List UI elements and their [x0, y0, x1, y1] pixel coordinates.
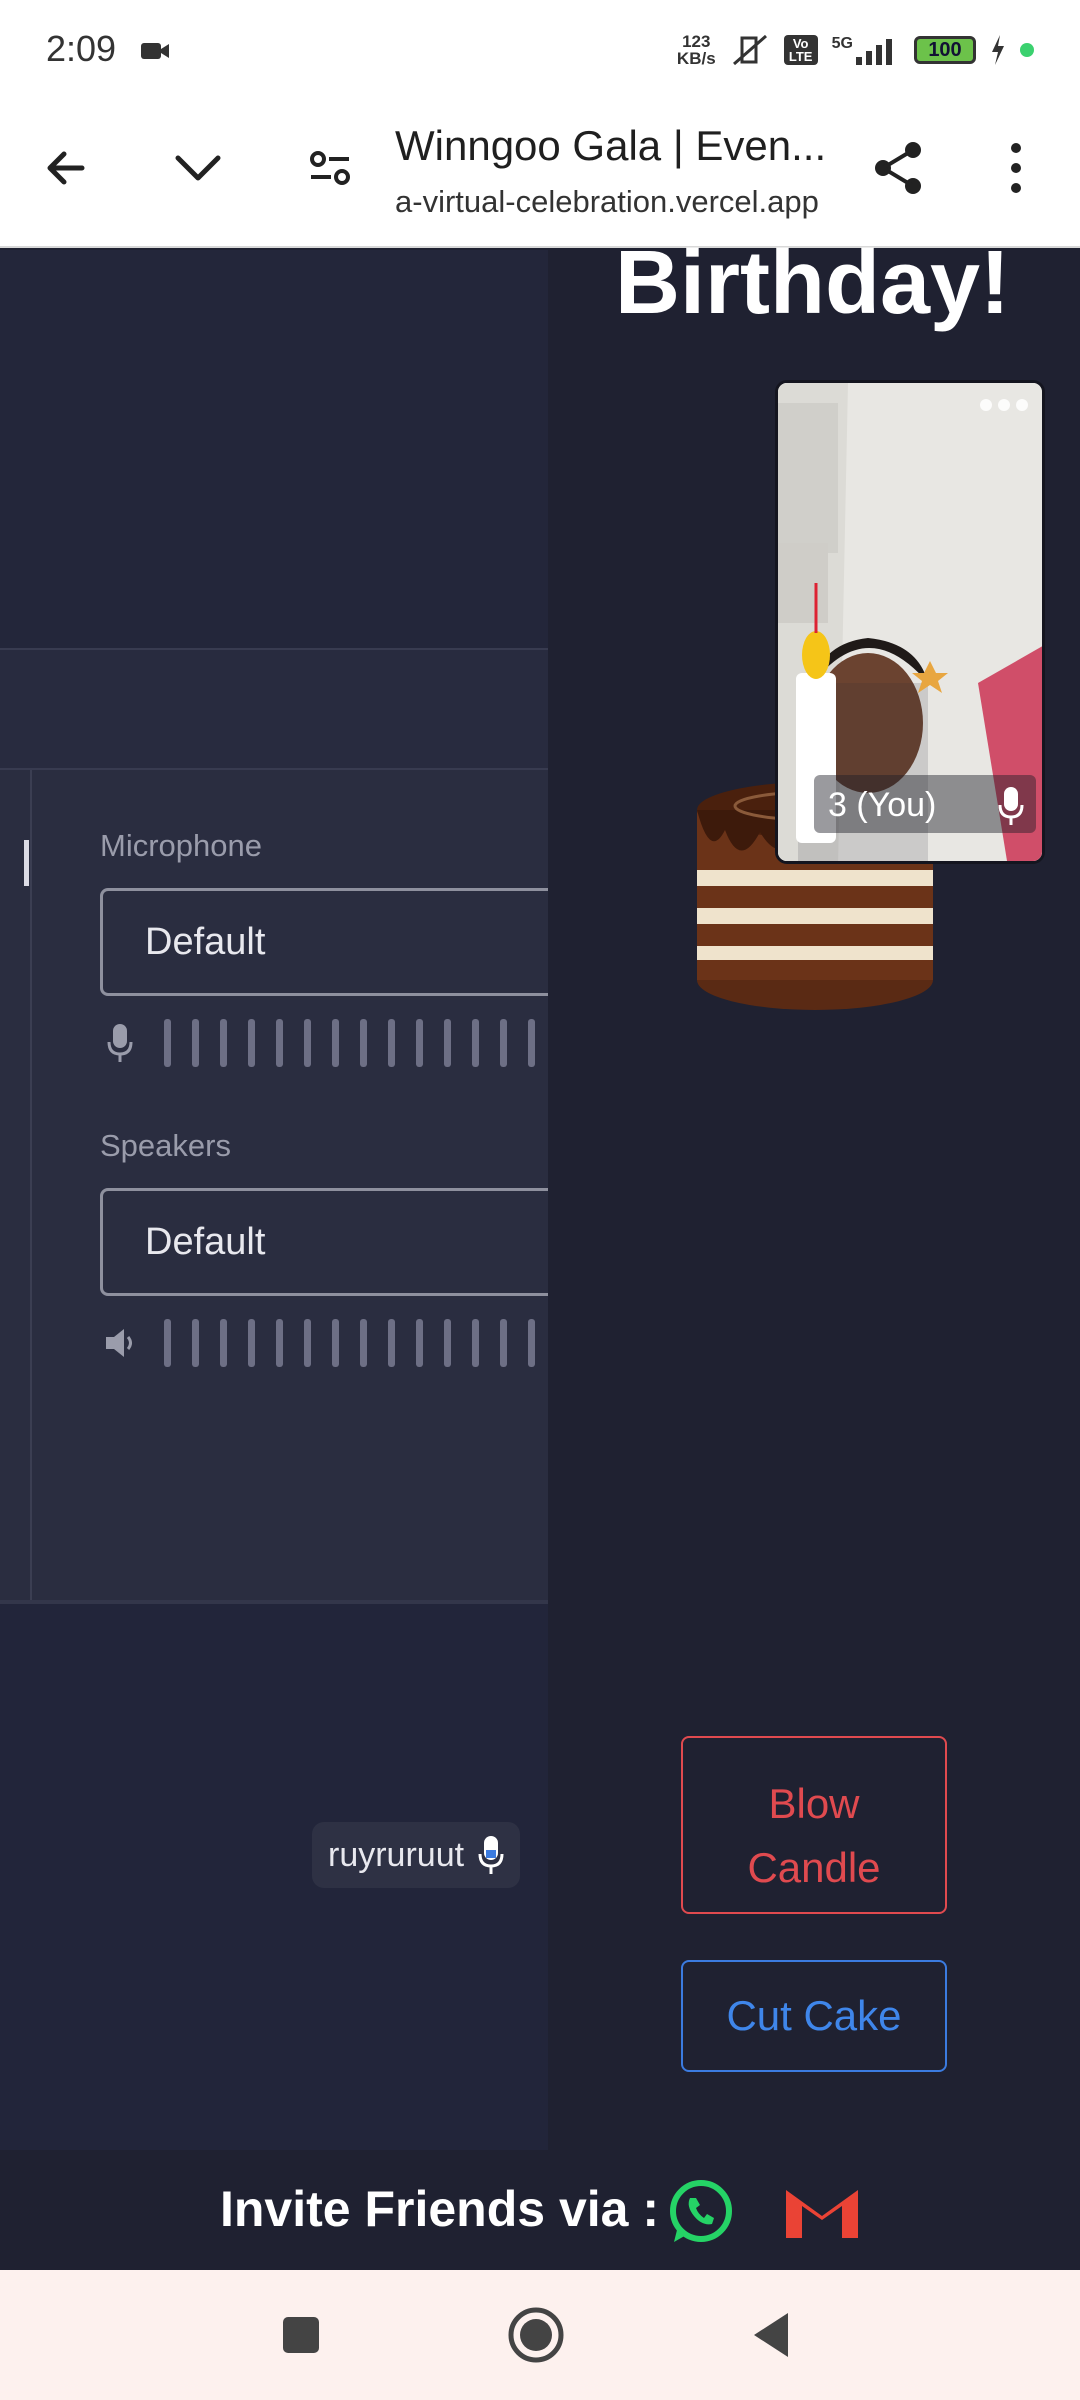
page-title[interactable]: Winngoo Gala | Even... — [395, 122, 835, 170]
birthday-heading: Birthday! — [615, 233, 1011, 333]
status-time: 2:09 — [46, 28, 117, 69]
participant-chip: ruyruruut — [312, 1822, 521, 1888]
charging-icon — [992, 35, 1004, 65]
net-speed: 123 KB/s — [676, 32, 716, 68]
cut-cake-button[interactable]: Cut Cake — [681, 1960, 947, 2072]
nav-home-icon — [508, 2307, 564, 2363]
self-video-tile[interactable]: 3 (You) — [775, 380, 1045, 864]
speaker-icon — [100, 1318, 140, 1368]
status-indicators: 123 KB/s Vo LTE 5G 100 — [677, 32, 1034, 68]
microphone-label: Microphone — [100, 828, 262, 863]
nav-recents-button[interactable] — [268, 2302, 334, 2368]
microphone-select[interactable]: Default — [100, 888, 548, 996]
mic-icon — [998, 787, 1024, 825]
whatsapp-icon[interactable] — [666, 2176, 736, 2246]
left-top-area — [0, 250, 548, 648]
left-header-strip — [0, 648, 548, 770]
mic-icon — [100, 1018, 140, 1068]
network-type: 5G — [832, 35, 900, 65]
video-participant-name: 3 (You) — [828, 786, 937, 824]
browser-toolbar: Winngoo Gala | Even... a-virtual-celebra… — [0, 100, 1080, 248]
more-options-button[interactable] — [986, 138, 1046, 198]
nav-back-icon — [754, 2313, 788, 2357]
panel-divider — [30, 770, 32, 1600]
share-icon — [875, 142, 921, 194]
volte-badge: Vo LTE — [783, 35, 818, 65]
speakers-select[interactable]: Default — [100, 1188, 548, 1296]
mic-icon — [478, 1836, 504, 1874]
video-camera-icon — [141, 43, 169, 59]
page-url[interactable]: a-virtual-celebration.vercel.app — [395, 184, 835, 220]
share-button[interactable] — [868, 138, 928, 198]
participant-name: ruyruruut — [328, 1836, 465, 1874]
text-cursor — [24, 840, 29, 886]
privacy-indicator-dot — [1020, 43, 1034, 57]
nav-home-button[interactable] — [503, 2302, 569, 2368]
battery-indicator: 100 — [914, 36, 976, 64]
back-button[interactable] — [36, 138, 96, 198]
back-arrow-icon — [47, 151, 85, 185]
collapse-button[interactable] — [168, 138, 228, 198]
system-nav-bar — [0, 2270, 1080, 2400]
nav-back-button[interactable] — [738, 2302, 804, 2368]
invite-bar: Invite Friends via : — [0, 2150, 1080, 2270]
gmail-icon[interactable] — [782, 2180, 862, 2242]
video-options-icon[interactable] — [980, 399, 1028, 411]
nav-recents-icon — [283, 2317, 319, 2353]
mute-vibrate-icon — [732, 34, 767, 66]
microphone-level-meter — [100, 1018, 548, 1068]
status-bar: 2:09 123 KB/s Vo LTE 5G 100 — [0, 0, 1080, 100]
device-settings-panel: Microphone Default Speakers Default — [0, 770, 548, 1600]
signal-icon — [856, 39, 892, 65]
site-settings-icon — [310, 151, 350, 185]
speakers-label: Speakers — [100, 1128, 231, 1163]
speakers-level-meter — [100, 1318, 548, 1368]
invite-label: Invite Friends via : — [220, 2181, 660, 2237]
chevron-down-icon — [175, 155, 221, 181]
more-vert-icon — [1011, 143, 1021, 193]
site-settings-button[interactable] — [300, 138, 360, 198]
blow-candle-button[interactable]: Blow Candle — [681, 1736, 947, 1914]
